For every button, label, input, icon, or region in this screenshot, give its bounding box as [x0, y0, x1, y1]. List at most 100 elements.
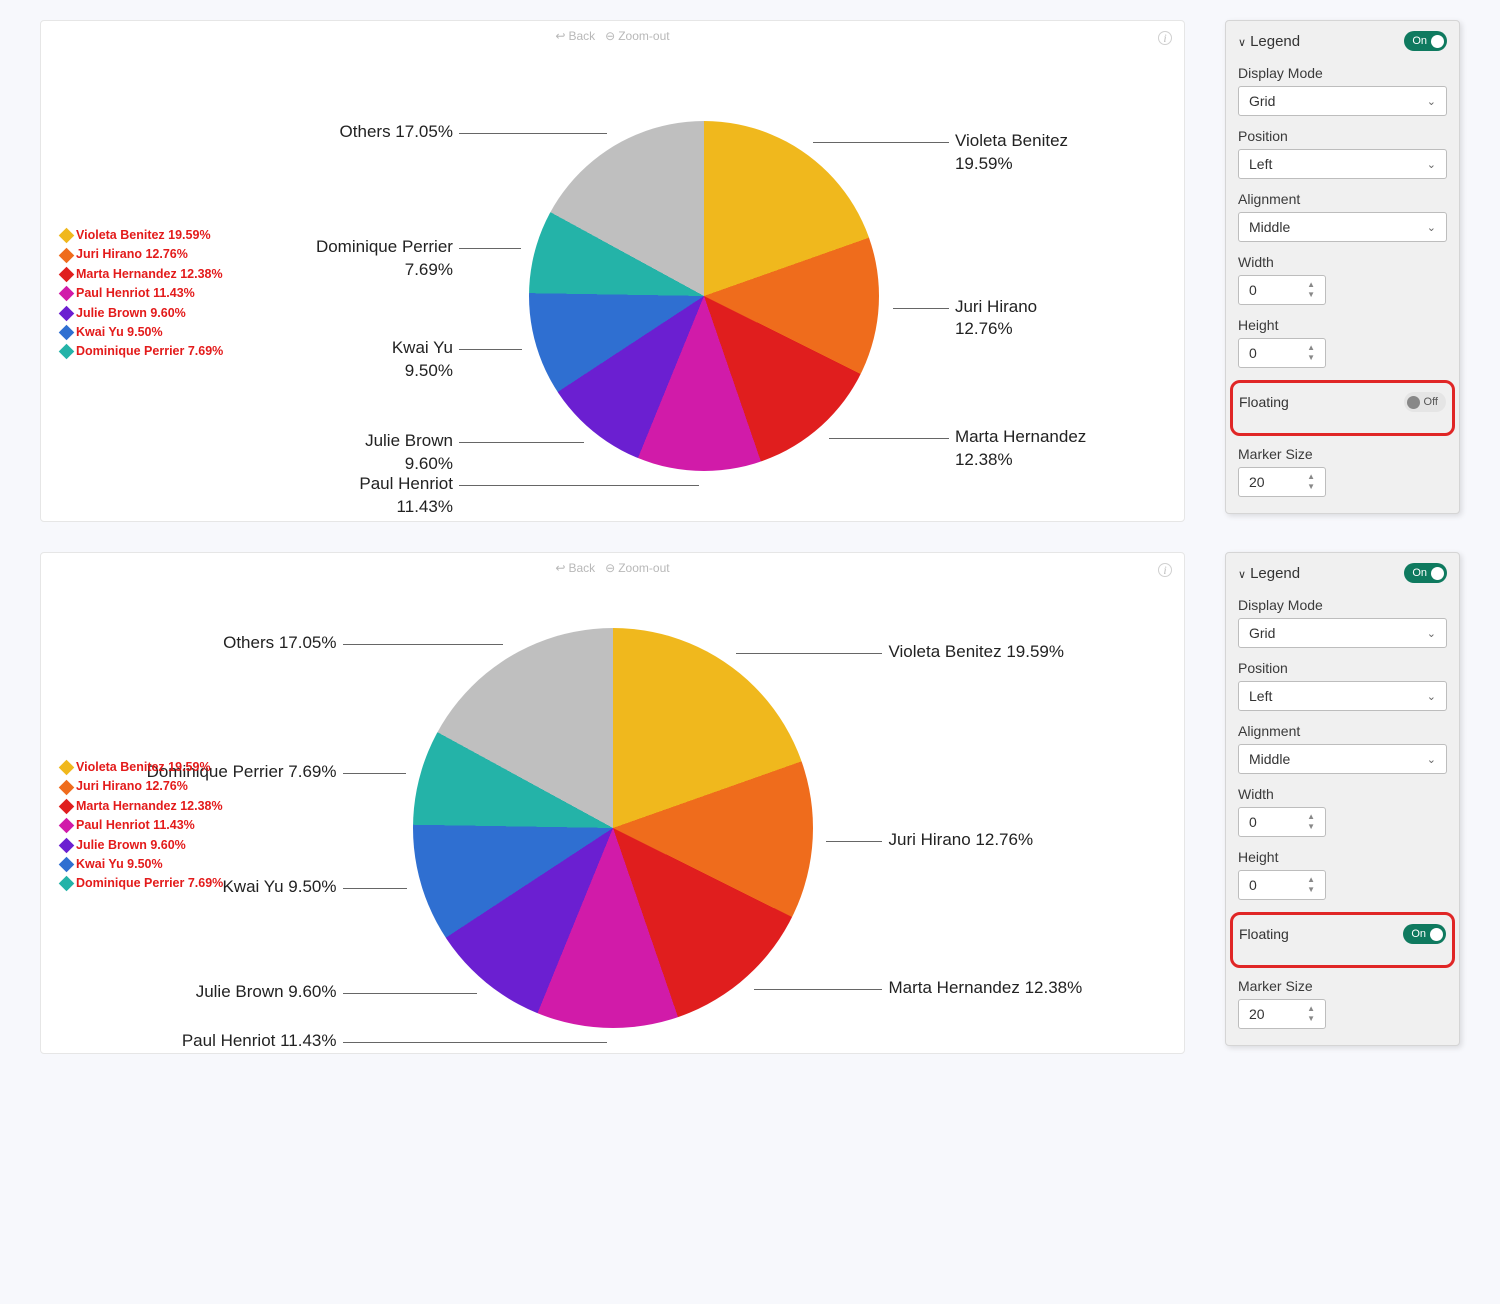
legend-text: Paul Henriot 11.43%: [76, 816, 195, 835]
slice-label: Juri Hirano12.76%: [955, 296, 1037, 342]
legend-text: Juri Hirano 12.76%: [76, 777, 188, 796]
spin-down-icon[interactable]: ▼: [1307, 483, 1315, 491]
pie-chart: [413, 628, 813, 1028]
toggle-label: On: [1412, 35, 1427, 47]
chevron-down-icon: ⌄: [1427, 753, 1436, 766]
position-select[interactable]: Left⌄: [1238, 681, 1447, 711]
toggle-knob: [1407, 396, 1420, 409]
slice-label: Paul Henriot 11.43%: [182, 1030, 337, 1053]
input-value: 0: [1249, 282, 1257, 298]
back-button[interactable]: ↩ Back: [555, 29, 595, 43]
legend-text: Dominique Perrier 7.69%: [76, 874, 223, 893]
display-mode-select[interactable]: Grid⌄: [1238, 618, 1447, 648]
legend-item[interactable]: Juri Hirano 12.76%: [61, 245, 223, 264]
diamond-icon: [59, 344, 75, 360]
pie-chart-area: Violeta Benitez 19.59%Juri Hirano 12.76%…: [41, 553, 1184, 1053]
slice-label: Dominique Perrier7.69%: [316, 236, 453, 282]
legend-item[interactable]: Paul Henriot 11.43%: [61, 816, 223, 835]
legend-item[interactable]: Julie Brown 9.60%: [61, 304, 223, 323]
alignment-select[interactable]: Middle ⌄: [1238, 744, 1447, 774]
zoom-out-label: Zoom-out: [618, 29, 669, 43]
height-label: Height: [1238, 317, 1447, 333]
slice-label: Others 17.05%: [340, 121, 453, 144]
diamond-icon: [59, 876, 75, 892]
diamond-icon: [59, 760, 75, 776]
display-mode-select[interactable]: Grid⌄: [1238, 86, 1447, 116]
legend-text: Paul Henriot 11.43%: [76, 284, 195, 303]
toggle-label: On: [1411, 928, 1426, 940]
legend-item[interactable]: Kwai Yu 9.50%: [61, 323, 223, 342]
panel-header[interactable]: ∨Legend On: [1238, 563, 1447, 583]
slice-label: Violeta Benitez19.59%: [955, 130, 1068, 176]
legend-text: Marta Hernandez 12.38%: [76, 265, 223, 284]
chevron-down-icon: ⌄: [1427, 627, 1436, 640]
spin-down-icon[interactable]: ▼: [1307, 886, 1315, 894]
spin-up-icon[interactable]: ▲: [1307, 1005, 1315, 1013]
spin-down-icon[interactable]: ▼: [1307, 1015, 1315, 1023]
slice-label: Kwai Yu9.50%: [392, 337, 453, 383]
legend-toggle[interactable]: On: [1404, 31, 1447, 51]
height-input[interactable]: 0 ▲ ▼: [1238, 338, 1326, 368]
zoom-out-button[interactable]: ⊖ Zoom-out: [605, 29, 669, 43]
diamond-icon: [59, 837, 75, 853]
input-value: 0: [1249, 877, 1257, 893]
legend-item[interactable]: Dominique Perrier 7.69%: [61, 874, 223, 893]
spin-up-icon[interactable]: ▲: [1307, 344, 1315, 352]
legend-item[interactable]: Paul Henriot 11.43%: [61, 284, 223, 303]
legend-item[interactable]: Marta Hernandez 12.38%: [61, 265, 223, 284]
toggle-label: Off: [1424, 396, 1438, 408]
chevron-down-icon: ⌄: [1427, 690, 1436, 703]
marker-size-label: Marker Size: [1238, 978, 1447, 994]
legend-item[interactable]: Dominique Perrier 7.69%: [61, 342, 223, 361]
floating-highlight: Floating On: [1230, 912, 1455, 968]
slice-label: Marta Hernandez12.38%: [955, 426, 1086, 472]
legend-text: Julie Brown 9.60%: [76, 836, 186, 855]
alignment-select[interactable]: Middle⌄: [1238, 212, 1447, 242]
width-label: Width: [1238, 786, 1447, 802]
display-mode-label: Display Mode: [1238, 65, 1447, 81]
height-input[interactable]: 0 ▲ ▼: [1238, 870, 1326, 900]
spin-up-icon[interactable]: ▲: [1307, 876, 1315, 884]
spin-up-icon[interactable]: ▲: [1307, 473, 1315, 481]
diamond-icon: [59, 286, 75, 302]
chart-card: ↩ Back ⊖ Zoom-out i Violeta Benitez 19.5…: [40, 552, 1185, 1054]
panel-title: Legend: [1250, 33, 1300, 50]
legend-item[interactable]: Julie Brown 9.60%: [61, 836, 223, 855]
position-select[interactable]: Left⌄: [1238, 149, 1447, 179]
legend-item[interactable]: Marta Hernandez 12.38%: [61, 797, 223, 816]
alignment-label: Alignment: [1238, 191, 1447, 207]
select-value: Middle: [1249, 751, 1290, 767]
spin-down-icon[interactable]: ▼: [1307, 291, 1315, 299]
legend-text: Dominique Perrier 7.69%: [76, 342, 223, 361]
spin-down-icon[interactable]: ▼: [1307, 823, 1315, 831]
position-label: Position: [1238, 128, 1447, 144]
legend-text: Juri Hirano 12.76%: [76, 245, 188, 264]
diamond-icon: [59, 818, 75, 834]
legend-item[interactable]: Violeta Benitez 19.59%: [61, 758, 223, 777]
zoom-out-button[interactable]: ⊖ Zoom-out: [605, 561, 669, 575]
input-value: 20: [1249, 1006, 1265, 1022]
floating-toggle[interactable]: On: [1403, 924, 1446, 944]
spin-up-icon[interactable]: ▲: [1307, 813, 1315, 821]
toggle-knob: [1431, 567, 1444, 580]
chevron-down-icon: ⌄: [1427, 158, 1436, 171]
legend-item[interactable]: Juri Hirano 12.76%: [61, 777, 223, 796]
legend-item[interactable]: Violeta Benitez 19.59%: [61, 226, 223, 245]
legend-toggle[interactable]: On: [1404, 563, 1447, 583]
input-value: 0: [1249, 814, 1257, 830]
legend-text: Marta Hernandez 12.38%: [76, 797, 223, 816]
back-button[interactable]: ↩ Back: [555, 561, 595, 575]
legend-item[interactable]: Kwai Yu 9.50%: [61, 855, 223, 874]
spin-up-icon[interactable]: ▲: [1307, 281, 1315, 289]
panel-header[interactable]: ∨Legend On: [1238, 31, 1447, 51]
input-value: 0: [1249, 345, 1257, 361]
spin-down-icon[interactable]: ▼: [1307, 354, 1315, 362]
legend-text: Kwai Yu 9.50%: [76, 855, 163, 874]
marker-size-input[interactable]: 20▲▼: [1238, 467, 1326, 497]
marker-size-input[interactable]: 20 ▲ ▼: [1238, 999, 1326, 1029]
toggle-knob: [1430, 928, 1443, 941]
chart-toolbar: ↩ Back ⊖ Zoom-out: [41, 561, 1184, 575]
width-input[interactable]: 0 ▲ ▼: [1238, 275, 1326, 305]
width-input[interactable]: 0 ▲ ▼: [1238, 807, 1326, 837]
floating-toggle[interactable]: Off: [1404, 392, 1446, 412]
